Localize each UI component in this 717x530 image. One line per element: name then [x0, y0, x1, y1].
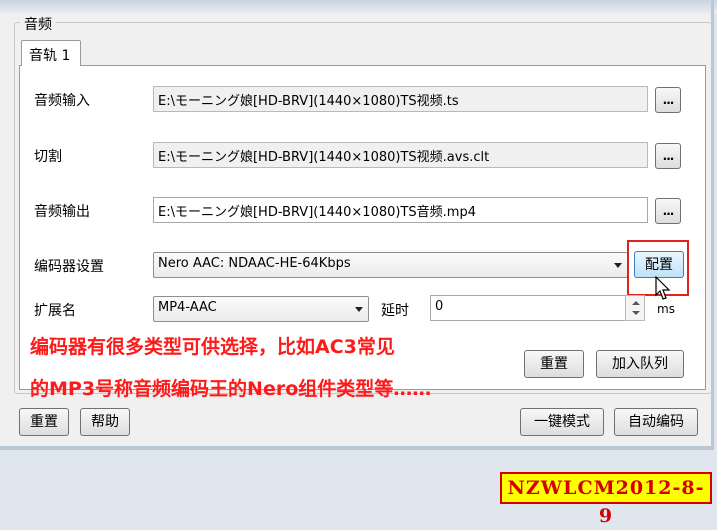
date-watermark: NZWLCM2012-8-9: [500, 472, 712, 527]
mouse-cursor-icon: [655, 276, 671, 300]
tab-audio-track-1[interactable]: 音轨 1: [21, 40, 81, 66]
window-frame-edge: [0, 0, 714, 450]
